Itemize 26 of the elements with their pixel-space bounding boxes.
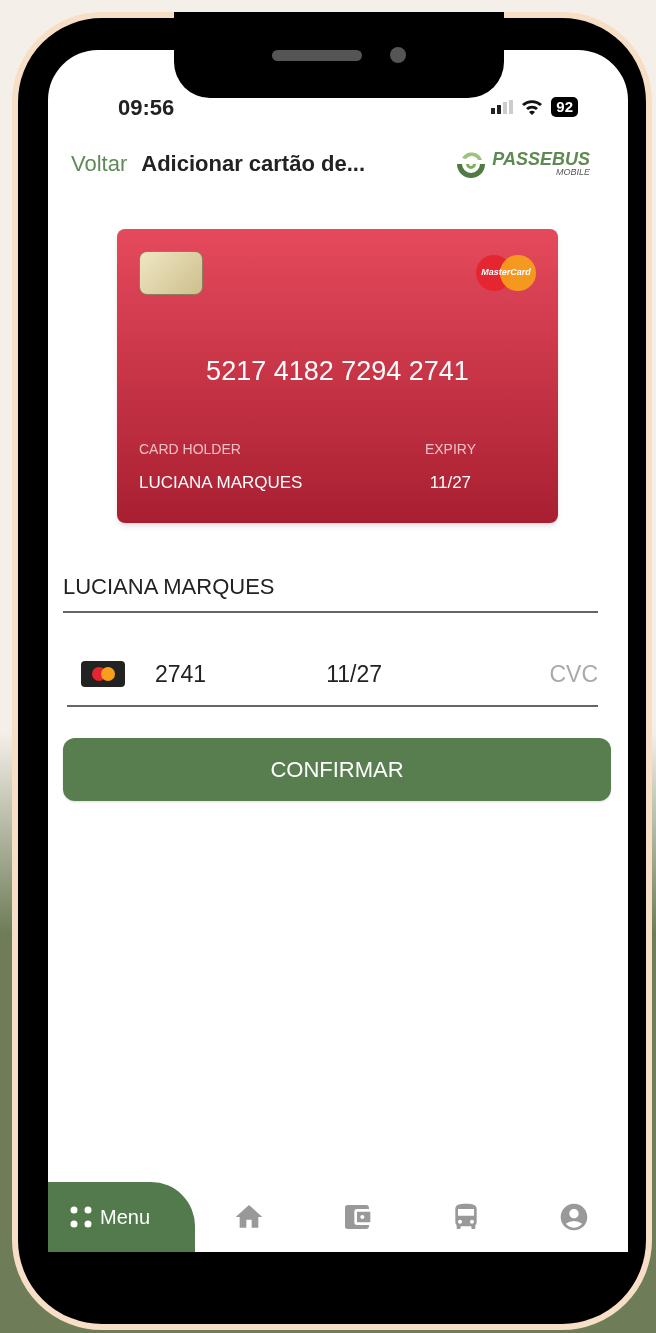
- dots-grid-icon: [70, 1206, 92, 1228]
- holder-label: CARD HOLDER: [139, 439, 242, 459]
- card-number: 5217 4182 7294 2741: [205, 355, 470, 388]
- name-field[interactable]: LUCIANA MARQUES: [63, 563, 598, 613]
- battery-level: 92: [551, 97, 578, 117]
- confirm-button[interactable]: CONFIRMAR: [63, 738, 611, 801]
- status-time: 09:56: [118, 93, 175, 122]
- logo-text: PASSEBUS: [492, 149, 590, 168]
- back-link[interactable]: Voltar: [71, 146, 128, 180]
- speaker-icon: [272, 49, 362, 61]
- chip-icon: [139, 251, 203, 295]
- mastercard-icon: [81, 661, 125, 687]
- holder-name: LUCIANA MARQUES: [139, 471, 303, 494]
- wifi-icon: [521, 99, 544, 115]
- expiry-value: 11/27: [326, 659, 383, 689]
- card-details-field[interactable]: 2741 11/27 CVC: [67, 643, 598, 707]
- signal-icon: [491, 100, 514, 114]
- expiry-date: 11/27: [429, 471, 472, 494]
- card-last-digits: 2741: [155, 659, 207, 689]
- page-title: Adicionar cartão de...: [141, 149, 365, 178]
- logo-subtext: MOBILE: [556, 167, 590, 177]
- menu-tab[interactable]: Menu: [48, 1182, 195, 1252]
- cvc-input[interactable]: CVC: [538, 656, 598, 692]
- expiry-label: EXPIRY: [424, 439, 476, 459]
- camera-icon: [390, 47, 406, 63]
- mastercard-logo: MasterCard: [476, 255, 536, 291]
